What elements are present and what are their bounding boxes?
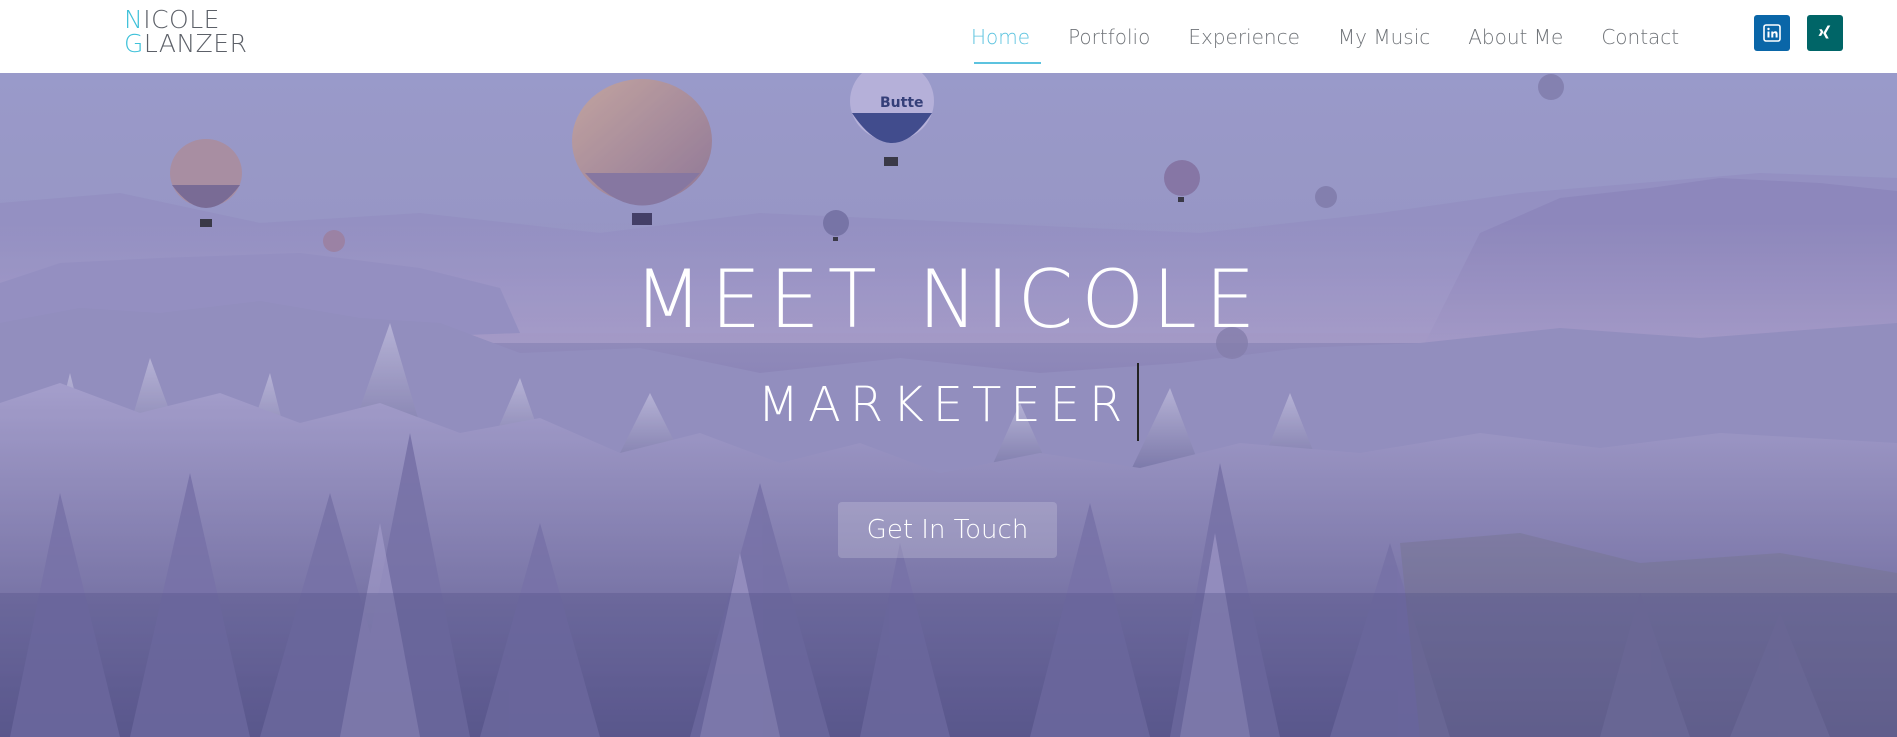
hero-subtitle-text: MARKETEER xyxy=(757,377,1132,433)
nav-item-contact[interactable]: Contact xyxy=(1590,0,1690,73)
nav-item-my-music[interactable]: My Music xyxy=(1327,0,1441,73)
site-header: NICOLE GLANZER Home Portfolio Experience… xyxy=(0,0,1897,73)
nav-label-my-music: My Music xyxy=(1337,24,1431,49)
nav-item-portfolio[interactable]: Portfolio xyxy=(1057,0,1161,73)
main-nav: Home Portfolio Experience My Music About… xyxy=(960,0,1706,73)
nav-label-portfolio: Portfolio xyxy=(1068,24,1151,49)
nav-label-about-me: About Me xyxy=(1468,24,1564,49)
nav-item-about-me[interactable]: About Me xyxy=(1457,0,1574,73)
site-logo[interactable]: NICOLE GLANZER xyxy=(124,7,248,58)
typing-cursor xyxy=(1137,363,1140,441)
nav-label-contact: Contact xyxy=(1601,24,1680,49)
nav-item-home[interactable]: Home xyxy=(960,0,1042,73)
logo-initial-g: G xyxy=(124,29,144,58)
xing-button[interactable] xyxy=(1807,15,1843,51)
logo-line-2: GLANZER xyxy=(124,29,248,58)
get-in-touch-button[interactable]: Get In Touch xyxy=(838,502,1057,558)
nav-label-experience: Experience xyxy=(1188,24,1300,49)
nav-label-home: Home xyxy=(971,24,1031,49)
linkedin-icon xyxy=(1763,24,1781,42)
xing-icon xyxy=(1818,25,1831,39)
logo-text-last-name: LANZER xyxy=(143,29,248,58)
hero-title: MEET NICOLE xyxy=(633,253,1264,346)
linkedin-button[interactable] xyxy=(1754,15,1790,51)
nav-item-experience[interactable]: Experience xyxy=(1177,0,1311,73)
hero-subtitle: MARKETEER xyxy=(0,363,1897,447)
hero-section: Butte MEET NICOLE MARKETEER Get In Touch xyxy=(0,73,1897,737)
